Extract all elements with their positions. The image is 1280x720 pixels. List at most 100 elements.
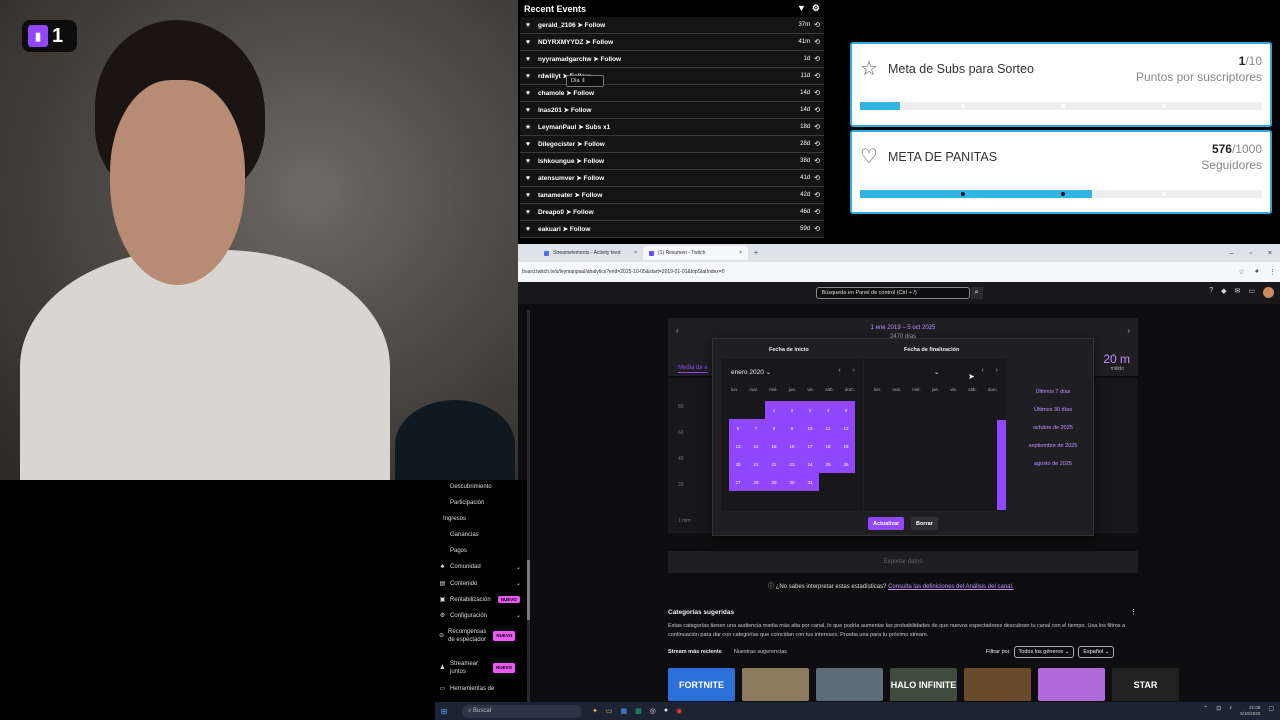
sidebar-item-viewer-rewards[interactable]: ⊖ Recompensas de espectador NUEVO xyxy=(435,628,516,644)
chevron-right-icon[interactable]: › xyxy=(853,367,855,374)
tab-our-suggestions[interactable]: Nuestras sugerencias xyxy=(734,649,787,655)
new-tab-icon[interactable]: + xyxy=(754,250,758,257)
sidebar-item-settings[interactable]: ⚙ Configuración ⌄ xyxy=(435,612,527,620)
day-cell[interactable]: 17 xyxy=(801,437,819,455)
replay-icon[interactable]: ⟲ xyxy=(814,225,820,233)
replay-icon[interactable]: ⟲ xyxy=(814,140,820,148)
category-thumbnail[interactable] xyxy=(964,668,1031,701)
notifications-icon[interactable]: ▭ xyxy=(1248,287,1255,298)
minimize-icon[interactable]: – xyxy=(1230,250,1234,257)
day-cell[interactable]: 1 xyxy=(765,401,783,419)
copilot-icon[interactable]: ✦ xyxy=(592,707,598,715)
windows-start-icon[interactable]: ⊞ xyxy=(438,707,450,716)
replay-icon[interactable]: ⟲ xyxy=(814,38,820,46)
event-row[interactable]: ♥ eakuari ➤ Follow 59d ⟲ xyxy=(520,221,824,238)
replay-icon[interactable]: ⟲ xyxy=(814,89,820,97)
update-button[interactable]: Actualizar xyxy=(868,517,905,530)
day-cell[interactable]: 11 xyxy=(819,419,837,437)
chevron-left-icon[interactable]: ‹ xyxy=(838,367,840,374)
day-cell[interactable]: 16 xyxy=(783,437,801,455)
day-cell[interactable]: 29 xyxy=(765,473,783,491)
tab-recent-stream[interactable]: Stream más reciente xyxy=(668,649,722,655)
day-cell[interactable]: 27 xyxy=(729,473,747,491)
day-cell[interactable]: 7 xyxy=(747,419,765,437)
replay-icon[interactable]: ⟲ xyxy=(814,208,820,216)
search-icon[interactable]: ⌕ xyxy=(970,287,983,299)
event-row[interactable]: ♥ tanameater ➤ Follow 42d ⟲ xyxy=(520,187,824,204)
avatar[interactable] xyxy=(1263,287,1274,298)
day-cell[interactable]: 20 xyxy=(729,455,747,473)
day-cell[interactable]: 9 xyxy=(783,419,801,437)
maximize-icon[interactable]: ▫ xyxy=(1249,250,1251,257)
replay-icon[interactable]: ⟲ xyxy=(814,21,820,29)
category-thumbnail[interactable]: HALO INFINITE xyxy=(890,668,957,701)
chevron-right-icon[interactable]: › xyxy=(1127,326,1130,335)
sidebar-item-stream-together[interactable]: ♟ Streamear juntos NUEVO xyxy=(435,660,527,676)
category-thumbnail[interactable]: FORTNITE xyxy=(668,668,735,701)
day-cell[interactable]: 10 xyxy=(801,419,819,437)
language-select[interactable]: Español ⌄ xyxy=(1078,646,1115,658)
event-row[interactable]: ♥ chamole ➤ Follow 14d ⟲ xyxy=(520,85,824,102)
volume-icon[interactable]: ♪ xyxy=(1229,705,1232,717)
sidebar-item-community[interactable]: ♣ Comunidad ⌄ xyxy=(435,564,527,571)
day-cell[interactable]: 18 xyxy=(819,437,837,455)
help-icon[interactable]: ? xyxy=(1209,287,1213,298)
preset-option[interactable]: Últimos 7 días xyxy=(1013,389,1093,407)
sidebar-item-content[interactable]: ▤ Contenido ⌄ xyxy=(435,580,527,588)
event-row[interactable]: ♥ Ishkoungue ➤ Follow 38d ⟲ xyxy=(520,153,824,170)
day-cell[interactable]: 13 xyxy=(729,437,747,455)
day-cell[interactable]: 2 xyxy=(783,401,801,419)
more-options-icon[interactable]: ⋮ xyxy=(1130,608,1137,616)
day-cell[interactable]: 12 xyxy=(837,419,855,437)
chrome-icon[interactable]: ◉ xyxy=(676,707,682,715)
genre-select[interactable]: Todos los géneros ⌄ xyxy=(1013,646,1075,658)
day-cell[interactable]: 8 xyxy=(765,419,783,437)
url-text[interactable]: board.twitch.tv/u/leymanpaul/analytics?e… xyxy=(522,269,1238,275)
address-bar[interactable]: board.twitch.tv/u/leymanpaul/analytics?e… xyxy=(518,262,1280,282)
bits-icon[interactable]: ◆ xyxy=(1221,287,1226,298)
event-row[interactable]: ♥ atensumver ➤ Follow 41d ⟲ xyxy=(520,170,824,187)
category-thumbnail[interactable] xyxy=(1038,668,1105,701)
day-cell[interactable]: 26 xyxy=(837,455,855,473)
day-cell[interactable]: 24 xyxy=(801,455,819,473)
network-icon[interactable]: ⊡ xyxy=(1216,705,1221,717)
notifications-icon[interactable]: ▢ xyxy=(1268,705,1274,717)
excel-icon[interactable]: ▩ xyxy=(635,707,642,715)
export-data-button[interactable]: Exportar datos xyxy=(668,551,1138,573)
day-cell[interactable]: 23 xyxy=(783,455,801,473)
sidebar-item-revenue[interactable]: Ingresos xyxy=(435,516,527,522)
preset-option[interactable]: Últimos 30 días xyxy=(1013,407,1093,425)
gear-icon[interactable]: ⚙ xyxy=(812,3,820,14)
clear-button[interactable]: Borrar xyxy=(911,517,938,530)
day-cell[interactable]: 30 xyxy=(783,473,801,491)
event-row[interactable]: ♥ lnas201 ➤ Follow 14d ⟲ xyxy=(520,102,824,119)
close-window-icon[interactable]: × xyxy=(1268,250,1272,257)
day-cell[interactable]: 19 xyxy=(837,437,855,455)
close-icon[interactable]: × xyxy=(634,250,637,256)
month-select[interactable]: ⌄ xyxy=(934,368,939,376)
analytics-definitions-link[interactable]: Consulta las definiciones del Análisis d… xyxy=(888,584,1013,590)
day-cell[interactable]: 22 xyxy=(765,455,783,473)
category-thumbnail[interactable] xyxy=(742,668,809,701)
chevron-right-icon[interactable]: › xyxy=(996,367,998,374)
sidebar-item-payouts[interactable]: Pagos xyxy=(435,548,527,554)
filter-icon[interactable]: ▼ xyxy=(797,3,806,14)
store-icon[interactable]: ▦ xyxy=(621,707,628,715)
replay-icon[interactable]: ⟲ xyxy=(814,157,820,165)
category-thumbnail[interactable] xyxy=(816,668,883,701)
day-cell[interactable]: 5 xyxy=(837,401,855,419)
chevron-up-icon[interactable]: ⌃ xyxy=(1203,705,1208,717)
event-row[interactable]: ♥ gerald_2106 ➤ Follow 37m ⟲ xyxy=(520,17,824,34)
interval-select[interactable]: Día ⇕ xyxy=(566,75,604,87)
day-cell[interactable]: 6 xyxy=(729,419,747,437)
day-cell[interactable]: 4 xyxy=(819,401,837,419)
dashboard-search-input[interactable]: Búsqueda en Panel de control (Ctrl + /) xyxy=(815,287,970,299)
sidebar-item-earnings[interactable]: Ganancias xyxy=(435,532,527,538)
day-cell[interactable]: 25 xyxy=(819,455,837,473)
preset-option[interactable]: agosto de 2025 xyxy=(1013,461,1093,479)
bookmark-star-icon[interactable]: ☆ xyxy=(1238,268,1244,276)
event-row[interactable]: ♥ NDYRXMYYDZ ➤ Follow 41m ⟲ xyxy=(520,34,824,51)
profile-icon[interactable]: ● xyxy=(1255,268,1259,276)
tab-streamelements[interactable]: Streamelements - Activity feed × xyxy=(538,246,643,260)
replay-icon[interactable]: ⟲ xyxy=(814,72,820,80)
